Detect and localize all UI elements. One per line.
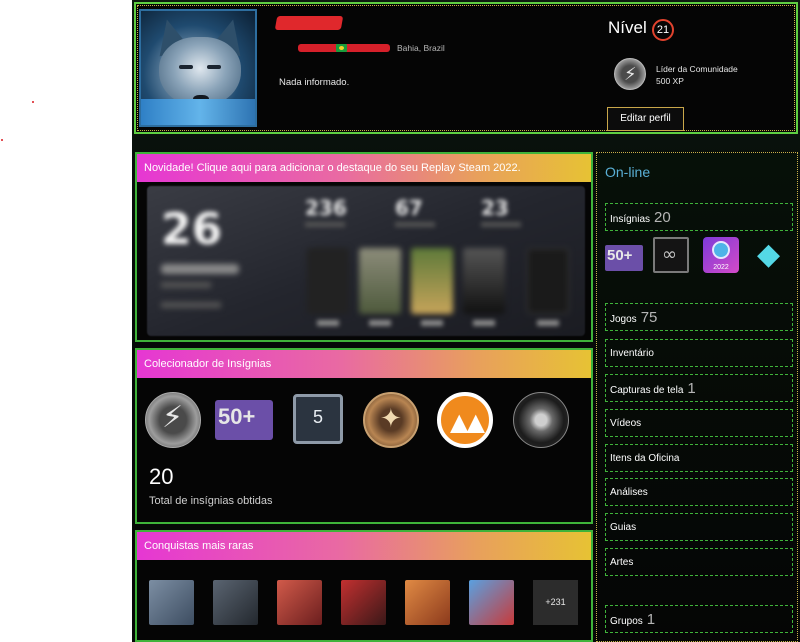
badge-count[interactable]: 20 bbox=[149, 464, 173, 490]
achievement-icon[interactable] bbox=[405, 580, 450, 625]
sidebar-groups-link[interactable]: Grupos 1 bbox=[605, 605, 793, 633]
sidebar-videos-link[interactable]: Vídeos bbox=[605, 409, 793, 437]
sidebar-reviews-link[interactable]: Análises bbox=[605, 478, 793, 506]
stray-dot bbox=[32, 101, 34, 103]
50plus-badge-icon[interactable]: 50+ bbox=[215, 400, 273, 440]
replay-game-thumb bbox=[527, 248, 569, 314]
sidebar-badges-link[interactable]: Insígnias 20 bbox=[605, 203, 793, 231]
badge-collector-showcase: Colecionador de Insígnias ⚡ 50+ 5 ✦ ▲▲ 2… bbox=[135, 348, 593, 524]
replay-game-thumb bbox=[463, 248, 505, 314]
badge-row: ⚡ 50+ 5 ✦ ▲▲ bbox=[145, 392, 585, 454]
badge-total-label: Total de insígnias obtidas bbox=[149, 495, 273, 507]
level-label: Nível bbox=[608, 18, 647, 37]
online-status: On-line bbox=[605, 164, 651, 180]
avatar[interactable] bbox=[139, 9, 257, 127]
replay-2022-badge-icon[interactable]: 2022 bbox=[703, 237, 739, 273]
sidebar-screenshots-link[interactable]: Capturas de tela 1 bbox=[605, 374, 793, 402]
gem-badge-icon[interactable]: ◆ bbox=[753, 237, 789, 273]
level-badge[interactable]: 21 bbox=[652, 19, 674, 41]
xp-badge-name: Líder da Comunidade bbox=[656, 64, 738, 74]
achievement-icon[interactable] bbox=[149, 580, 194, 625]
profile-summary: Nada informado. bbox=[279, 77, 350, 88]
steam-profile-page: Bahia, Brazil Nada informado. Nível 21 ⚡… bbox=[132, 0, 800, 642]
persona-name-redacted[interactable] bbox=[274, 16, 344, 30]
achievement-icon[interactable] bbox=[341, 580, 386, 625]
rare-achievements-showcase: Conquistas mais raras +231 bbox=[135, 530, 593, 642]
replay-summary-blurred[interactable]: 26 236 67 23 bbox=[147, 186, 585, 336]
rare-achievements-title: Conquistas mais raras bbox=[137, 532, 591, 560]
orange-emblem-icon[interactable]: ▲▲ bbox=[437, 392, 493, 448]
profile-sidebar: On-line Insígnias 20 50+ ∞ 2022 ◆ Jogos 75… bbox=[596, 152, 798, 642]
medal-badge-icon[interactable]: ✦ bbox=[363, 392, 419, 448]
profile-header: Bahia, Brazil Nada informado. Nível 21 ⚡… bbox=[134, 2, 798, 134]
replay-game-thumb bbox=[307, 248, 349, 314]
xp-badge-value: 500 XP bbox=[656, 76, 684, 86]
replay-game-thumb bbox=[359, 248, 401, 314]
achievement-icon[interactable] bbox=[213, 580, 258, 625]
replay-stat: 67 bbox=[395, 196, 423, 220]
tire-badge-icon[interactable] bbox=[513, 392, 569, 448]
replay-banner[interactable]: Novidade! Clique aqui para adicionar o d… bbox=[137, 154, 591, 182]
replay-stat: 23 bbox=[481, 196, 509, 220]
replay-showcase: Novidade! Clique aqui para adicionar o d… bbox=[135, 152, 593, 342]
dots-badge-icon[interactable]: ∞ bbox=[653, 237, 689, 273]
sidebar-games-link[interactable]: Jogos 75 bbox=[605, 303, 793, 331]
edit-profile-button[interactable]: Editar perfil bbox=[607, 107, 684, 131]
lightning-badge-icon[interactable]: ⚡ bbox=[145, 392, 201, 448]
more-achievements[interactable]: +231 bbox=[533, 580, 578, 625]
replay-games-played: 26 bbox=[161, 204, 223, 255]
sidebar-inventory-link[interactable]: Inventário bbox=[605, 339, 793, 367]
brazil-flag-icon bbox=[336, 44, 347, 52]
replay-game-thumb bbox=[411, 248, 453, 314]
achievement-icon[interactable] bbox=[469, 580, 514, 625]
community-leader-badge-icon[interactable]: ⚡ bbox=[614, 58, 646, 90]
replay-stat: 236 bbox=[305, 196, 347, 220]
sidebar-artwork-link[interactable]: Artes bbox=[605, 548, 793, 576]
sidebar-badges: 50+ ∞ 2022 ◆ bbox=[605, 237, 793, 279]
50plus-badge-icon[interactable]: 50+ bbox=[605, 245, 643, 271]
five-badge-icon[interactable]: 5 bbox=[293, 394, 343, 444]
stray-dot bbox=[1, 139, 3, 141]
sidebar-guides-link[interactable]: Guias bbox=[605, 513, 793, 541]
badge-collector-title: Colecionador de Insígnias bbox=[137, 350, 591, 378]
sidebar-workshop-link[interactable]: Itens da Oficina bbox=[605, 444, 793, 472]
achievement-icon[interactable] bbox=[277, 580, 322, 625]
